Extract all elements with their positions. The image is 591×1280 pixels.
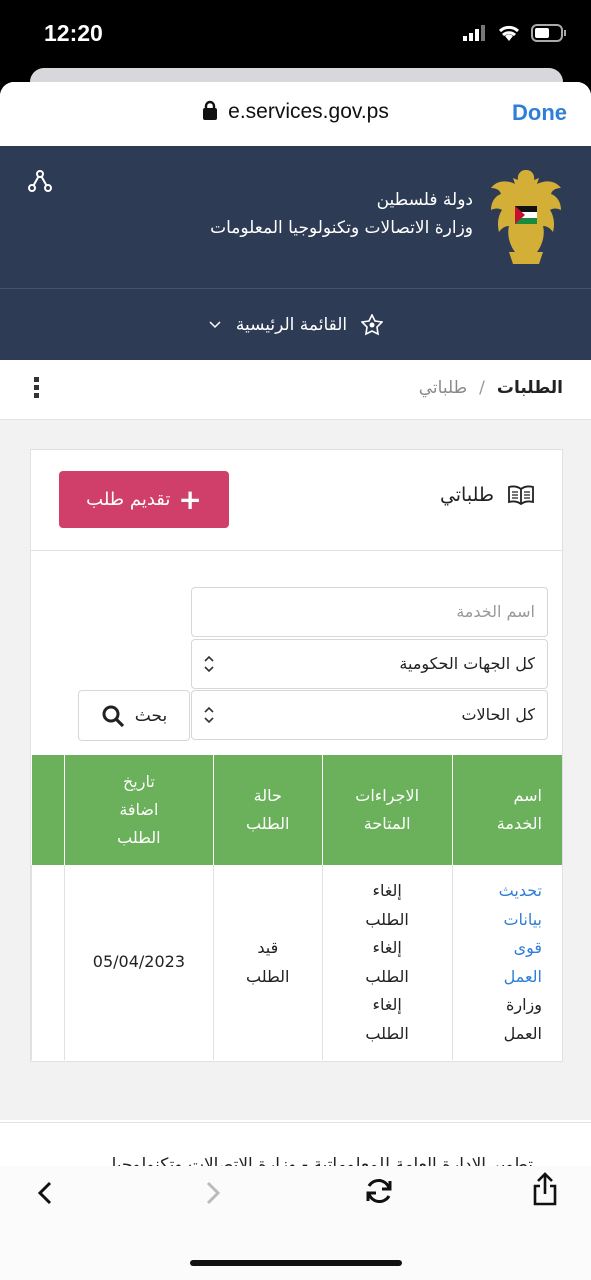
breadcrumb: الطلبات / طلباتي xyxy=(419,378,563,398)
status-time: 12:20 xyxy=(44,20,103,46)
filters: اسم الخدمة كل الجهات الحكومية كل الحالات… xyxy=(31,552,562,757)
header-top: دولة فلسطين وزارة الاتصالات وتكنولوجيا ا… xyxy=(0,146,591,288)
done-button[interactable]: Done xyxy=(512,100,567,126)
wifi-icon xyxy=(498,25,520,41)
plus-icon: + xyxy=(178,482,202,516)
breadcrumb-link[interactable]: طلباتي xyxy=(419,378,467,398)
ministry-name: وزارة الاتصالات وتكنولوجيا المعلومات xyxy=(210,218,473,238)
requests-card: طلباتي + تقديم طلب اسم الخدمة كل الجهات … xyxy=(30,449,563,1062)
cancel-request-action[interactable]: إلغاء الطلب xyxy=(333,934,442,991)
header-status: حالة الطلب xyxy=(212,755,323,865)
select-arrows-icon xyxy=(204,706,214,724)
header-service-name: اسم الخدمة xyxy=(451,755,562,865)
search-button-label: بحث xyxy=(134,705,168,726)
cell-extra xyxy=(31,865,65,1060)
add-request-button[interactable]: + تقديم طلب xyxy=(59,471,229,528)
open-book-icon xyxy=(508,485,534,505)
url-host: e.services.gov.ps xyxy=(0,100,591,124)
main-menu-label: القائمة الرئيسية xyxy=(235,314,348,335)
cancel-request-action[interactable]: إلغاء الطلب xyxy=(333,877,442,934)
service-name-input[interactable]: اسم الخدمة xyxy=(191,587,548,637)
url-text: e.services.gov.ps xyxy=(228,100,389,123)
home-indicator[interactable] xyxy=(190,1260,402,1266)
share-icon[interactable] xyxy=(532,1172,558,1206)
status-value: كل الحالات xyxy=(461,705,535,724)
header-extra xyxy=(31,755,65,865)
cell-status: قيد الطلب xyxy=(212,865,323,1060)
reload-icon[interactable] xyxy=(364,1176,394,1206)
cell-actions: إلغاء الطلب إلغاء الطلب إلغاء الطلب xyxy=(321,865,453,1060)
chevron-down-icon xyxy=(209,320,221,328)
status-icons xyxy=(463,24,567,42)
url-bar: e.services.gov.ps Done xyxy=(0,82,591,146)
lock-icon xyxy=(203,100,218,120)
signal-icon xyxy=(463,25,485,41)
breadcrumb-current[interactable]: الطلبات xyxy=(497,378,563,398)
table-row: تحديث بيانات قوى العمل وزارة العمل إلغاء الط… xyxy=(31,865,562,1060)
government-name: دولة فلسطين xyxy=(376,190,473,210)
service-org: وزارة العمل xyxy=(503,995,542,1043)
header-actions: الاجراءات المتاحة xyxy=(321,755,453,865)
palestine-eagle-emblem[interactable] xyxy=(487,164,565,268)
search-button[interactable]: بحث xyxy=(78,690,190,741)
select-arrows-icon xyxy=(204,655,214,673)
table-header-row: اسم الخدمة الاجراءات المتاحة حالة الطلب تار… xyxy=(31,755,562,865)
main-menu-toggle[interactable]: القائمة الرئيسية xyxy=(0,289,591,360)
breadcrumb-bar: الطلبات / طلباتي xyxy=(0,360,591,420)
breadcrumb-separator: / xyxy=(479,378,485,398)
government-entity-value: كل الجهات الحكومية xyxy=(399,654,535,673)
header-date: تاريخ اضافة الطلب xyxy=(63,755,214,865)
star-menu-icon xyxy=(361,313,384,335)
status-select[interactable]: كل الحالات xyxy=(191,690,548,740)
back-icon[interactable] xyxy=(36,1180,54,1206)
cell-date: 05/04/2023 xyxy=(63,865,214,1060)
service-link[interactable]: تحديث بيانات قوى العمل xyxy=(463,877,542,991)
cell-service-name: تحديث بيانات قوى العمل وزارة العمل xyxy=(451,865,562,1060)
browser-toolbar xyxy=(0,1166,591,1280)
government-entity-select[interactable]: كل الجهات الحكومية xyxy=(191,639,548,689)
battery-icon xyxy=(531,24,566,42)
cancel-request-action[interactable]: إلغاء الطلب xyxy=(333,991,442,1048)
forward-icon[interactable] xyxy=(204,1180,222,1206)
status-bar: 12:20 xyxy=(0,0,591,70)
add-request-label: تقديم طلب xyxy=(86,489,171,510)
search-icon xyxy=(102,705,124,727)
site-header: دولة فلسطين وزارة الاتصالات وتكنولوجيا ا… xyxy=(0,146,591,360)
card-title: طلباتي xyxy=(440,484,534,506)
requests-table: اسم الخدمة الاجراءات المتاحة حالة الطلب تار… xyxy=(31,755,562,1060)
card-header: طلباتي + تقديم طلب xyxy=(31,450,562,551)
share-nodes-icon[interactable] xyxy=(28,170,52,192)
card-title-text: طلباتي xyxy=(439,484,494,506)
service-name-placeholder: اسم الخدمة xyxy=(456,602,535,621)
kebab-menu-icon[interactable] xyxy=(34,377,44,401)
